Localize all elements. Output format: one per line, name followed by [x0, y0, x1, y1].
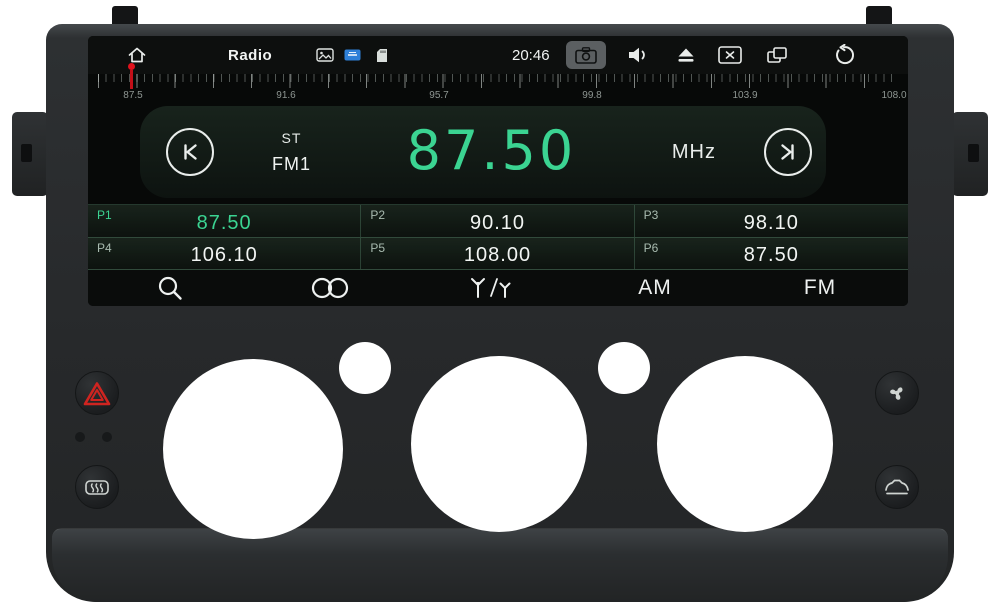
preset-value: 87.50 [196, 211, 252, 234]
camera-icon [566, 41, 606, 69]
scale-label: 99.8 [582, 90, 602, 101]
rear-defrost-button[interactable] [75, 465, 119, 509]
hazard-button[interactable] [75, 371, 119, 415]
screw-hole [21, 144, 32, 162]
app-title: Radio [228, 46, 273, 64]
large-knob-hole-center [411, 356, 587, 532]
clock: 20:46 [512, 46, 550, 64]
tuner-ticks [98, 74, 898, 90]
bottom-lip [52, 528, 948, 602]
fm-band-button[interactable]: FM [804, 270, 836, 306]
floating-window-button[interactable] [766, 36, 788, 74]
seek-up-button[interactable] [764, 128, 812, 176]
eject-icon [678, 48, 694, 62]
preset-button-p6[interactable]: P6 87.50 [634, 237, 908, 270]
am-band-button[interactable]: AM [638, 270, 672, 306]
small-knob-hole-left [339, 342, 391, 394]
fan-icon [890, 387, 903, 400]
indicator-dot-right [102, 432, 112, 442]
small-knob-hole-right [598, 342, 650, 394]
preset-label: P2 [370, 208, 386, 222]
search-icon [158, 276, 182, 300]
preset-label: P3 [643, 208, 659, 222]
band-label: FM1 [272, 153, 311, 174]
preset-button-p5[interactable]: P5 108.00 [361, 237, 635, 270]
sd-card-icon [376, 36, 388, 74]
skip-forward-icon [781, 144, 794, 160]
preset-value: 108.00 [463, 244, 532, 267]
radio-toolbar: AM FM [88, 270, 908, 306]
touchscreen: Radio 20:46 87.5 91.6 95.7 99.8 103.9 10… [88, 36, 908, 306]
preset-grid: P1 87.50 P2 90.10 P3 98.10 P4 106.10 P5 … [88, 204, 908, 270]
preset-button-p4[interactable]: P4 106.10 [88, 237, 362, 270]
volume-button[interactable] [626, 36, 650, 74]
scale-label: 87.5 [123, 90, 143, 101]
eject-button[interactable] [676, 36, 696, 74]
preset-value: 90.10 [469, 211, 526, 234]
stereo-indicator: ST [281, 129, 302, 146]
car-vent-icon [885, 479, 909, 495]
overlapping-windows-icon [767, 47, 787, 63]
frequency-display-panel: ST FM1 87.50 MHz [140, 106, 826, 198]
hazard-triangle-icon [83, 381, 111, 405]
hdmi-icon [344, 36, 361, 74]
mounting-ear-left [12, 112, 48, 196]
preset-label: P5 [370, 240, 386, 255]
double-circles-icon [311, 277, 349, 299]
dual-zone-button[interactable] [308, 270, 352, 306]
speaker-icon [629, 47, 645, 63]
screw-hole [968, 144, 979, 162]
preset-button-p1[interactable]: P1 87.50 [88, 205, 362, 238]
fan-button[interactable] [875, 371, 919, 415]
preset-value: 87.50 [743, 244, 799, 267]
screenshot-button[interactable] [566, 36, 606, 74]
car-head-unit: Radio 20:46 87.5 91.6 95.7 99.8 103.9 10… [0, 0, 1000, 615]
defrost-icon [85, 480, 109, 495]
gallery-icon [316, 36, 334, 74]
scale-label: 95.7 [429, 90, 449, 101]
preset-label: P4 [97, 240, 112, 255]
status-bar: Radio 20:46 [88, 36, 908, 74]
scale-label: 108.0 [881, 90, 907, 101]
seek-down-button[interactable] [166, 128, 214, 176]
frequency-unit: MHz [671, 140, 716, 163]
close-window-button[interactable] [718, 36, 742, 74]
mounting-ear-right [952, 112, 988, 196]
large-knob-hole-left [163, 359, 343, 539]
preset-value: 98.10 [743, 211, 799, 234]
band-info: ST FM1 [272, 130, 311, 175]
search-stations-button[interactable] [156, 270, 184, 306]
antenna-loc-dx-icon [471, 278, 511, 298]
back-arrow-icon [836, 44, 855, 65]
preset-button-p3[interactable]: P3 98.10 [634, 205, 908, 238]
scale-label: 103.9 [732, 90, 758, 101]
skip-back-icon [184, 144, 197, 160]
frequency-readout: 87.50 [406, 118, 577, 182]
preset-label: P6 [643, 240, 659, 255]
large-knob-hole-right [657, 356, 833, 532]
vent-button[interactable] [875, 465, 919, 509]
loc-dx-button[interactable] [469, 270, 515, 306]
preset-button-p2[interactable]: P2 90.10 [361, 205, 635, 238]
preset-value: 106.10 [190, 244, 258, 267]
back-button[interactable] [832, 36, 856, 74]
tuning-pointer [128, 63, 135, 89]
close-box-icon [718, 46, 742, 64]
scale-label: 91.6 [276, 90, 296, 101]
preset-label: P1 [97, 208, 112, 222]
indicator-dot-left [75, 432, 85, 442]
tuner-scale: 87.5 91.6 95.7 99.8 103.9 108.0 [88, 63, 908, 106]
